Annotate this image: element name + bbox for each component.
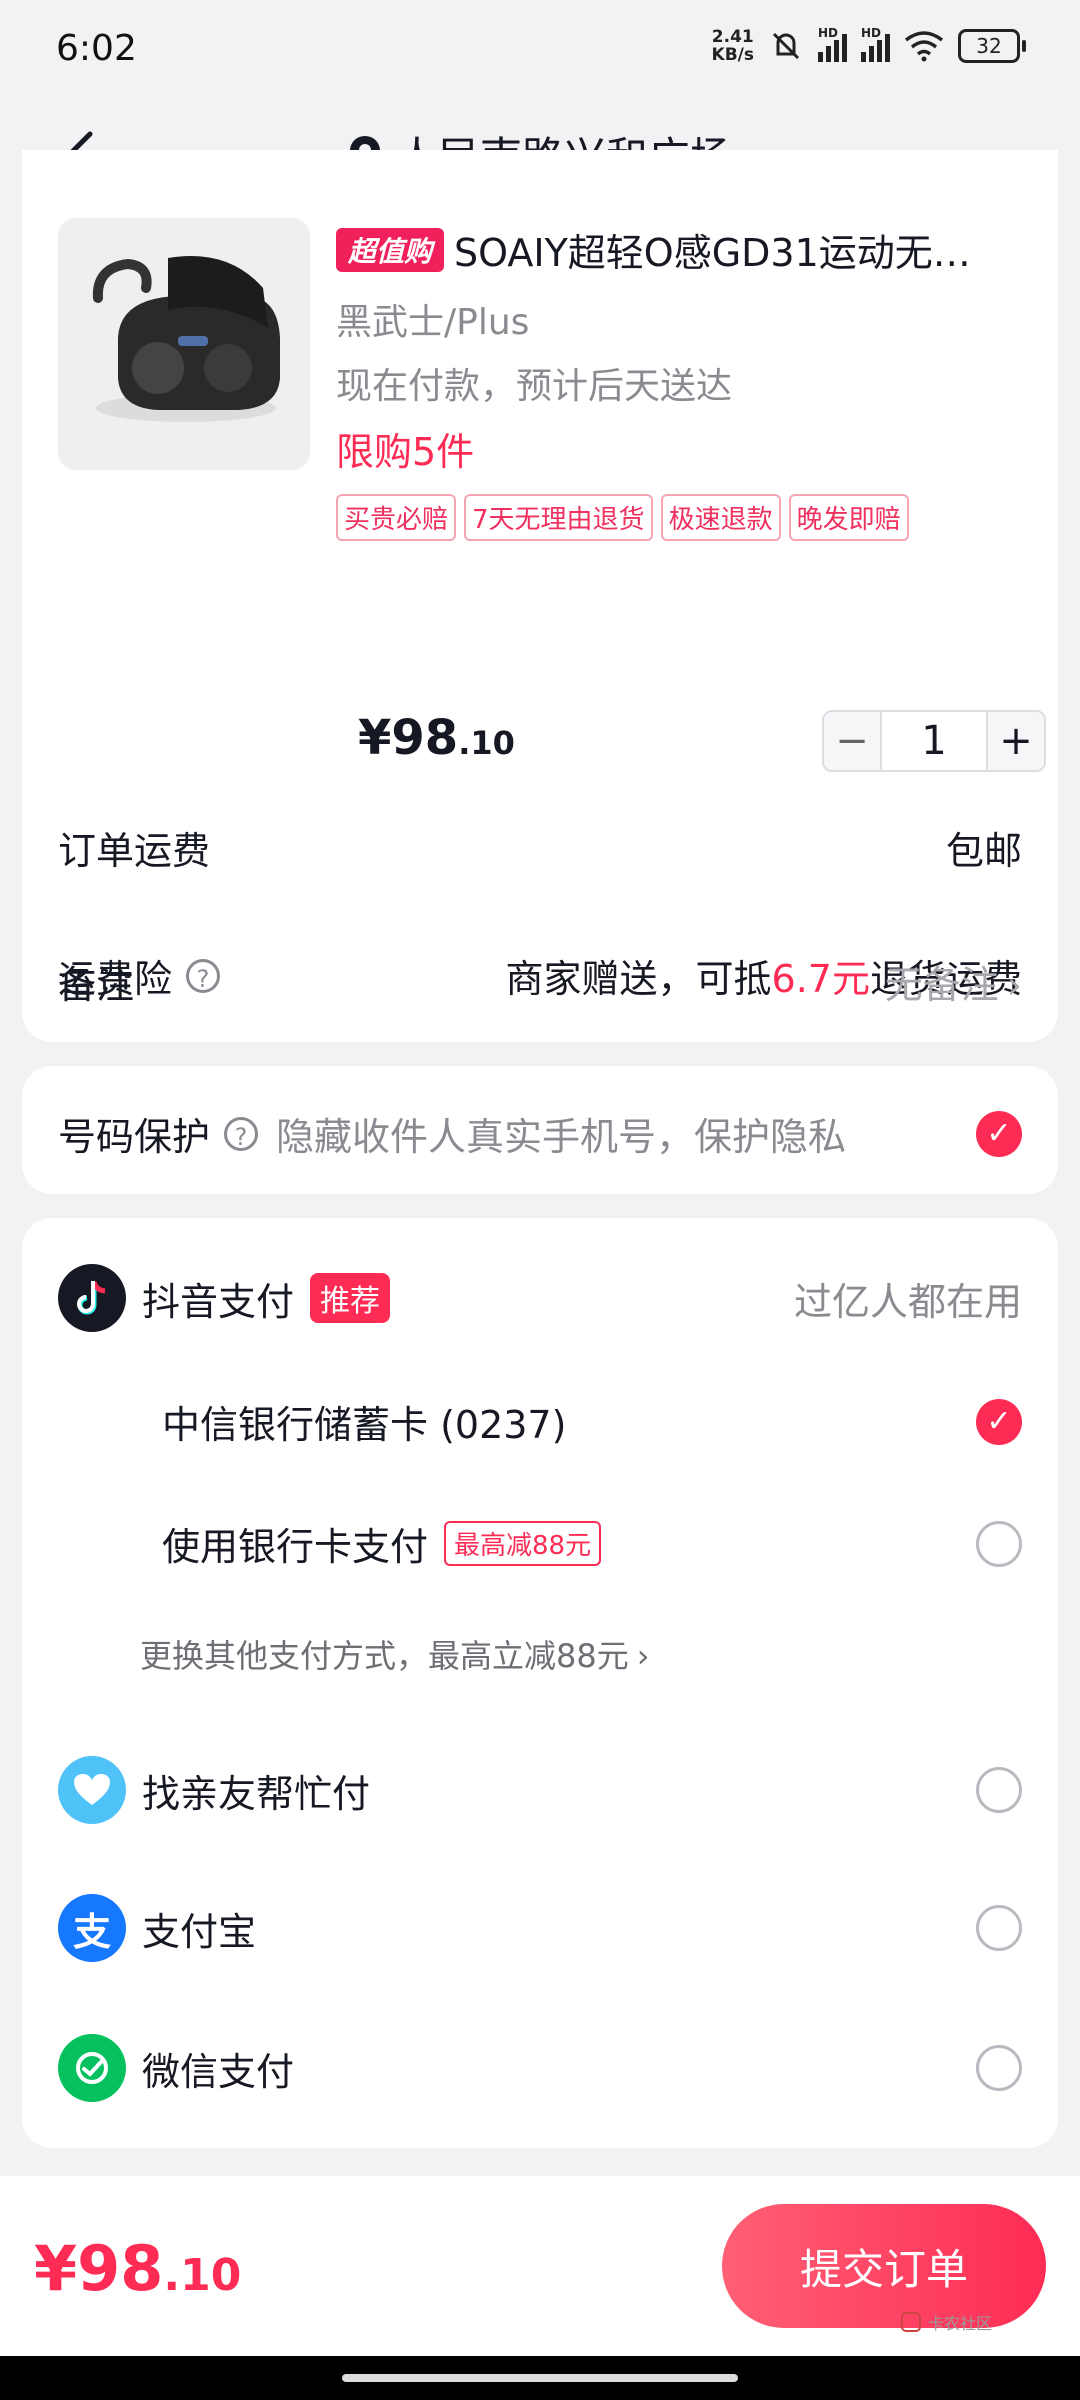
guarantee-tag: 晚发即赔 xyxy=(788,494,909,541)
privacy-label: 号码保护 xyxy=(58,1115,211,1159)
shipping-fee-label: 订单运费 xyxy=(58,829,211,873)
douyin-logo-icon xyxy=(58,1264,126,1332)
wifi-icon xyxy=(904,31,944,62)
guarantee-tag: 极速退款 xyxy=(660,494,781,541)
total-price: ¥98.10 xyxy=(34,2232,242,2305)
wechat-pay-row[interactable]: 微信支付 xyxy=(58,2034,1022,2102)
citic-card-row[interactable]: 中信银行储蓄卡 (0237) ✓ xyxy=(58,1394,1022,1449)
delivery-estimate: 现在付款，预计后天送达 xyxy=(336,366,733,407)
earbuds-case-icon xyxy=(92,256,280,422)
wechat-pay-label: 微信支付 xyxy=(142,2049,295,2094)
product-image[interactable] xyxy=(58,218,310,470)
status-bar: 6:02 2.41 KB/s HD HD 32 xyxy=(0,0,1080,100)
quantity-stepper: − 1 + xyxy=(822,710,1046,772)
alipay-label: 支付宝 xyxy=(142,1909,257,1954)
product-variant[interactable]: 黑武士/Plus xyxy=(336,293,1036,345)
privacy-description: 隐藏收件人真实手机号，保护隐私 xyxy=(276,1115,847,1159)
douyin-pay-label: 抖音支付 xyxy=(142,1279,295,1324)
privacy-card: 号码保护 ? 隐藏收件人真实手机号，保护隐私 ✓ xyxy=(22,1066,1058,1194)
signal-icon: HD xyxy=(818,26,847,62)
status-time: 6:02 xyxy=(56,28,137,69)
product-title-row[interactable]: 超值购 SOAIY超轻O感GD31运动无… xyxy=(336,222,1036,277)
chevron-right-icon: › xyxy=(1006,963,1022,1007)
quantity-value[interactable]: 1 xyxy=(880,712,988,770)
product-price: ¥98.10 xyxy=(358,710,515,766)
system-nav-area xyxy=(0,2356,1080,2400)
citic-card-radio[interactable]: ✓ xyxy=(976,1398,1022,1445)
purchase-limit: 限购5件 xyxy=(336,430,475,474)
alipay-row[interactable]: 支 支付宝 xyxy=(58,1894,1022,1962)
bank-card-radio[interactable] xyxy=(976,1520,1022,1567)
promo-tag: 超值购 xyxy=(336,227,445,272)
product-info: 超值购 SOAIY超轻O感GD31运动无… 黑武士/Plus 现在付款，预计后天… xyxy=(336,222,1036,541)
privacy-row: 号码保护 ? 隐藏收件人真实手机号，保护隐私 ✓ xyxy=(58,1106,1022,1161)
decrease-quantity-button[interactable]: − xyxy=(824,712,880,770)
signal-icon-2: HD xyxy=(861,26,890,62)
remark-value: 无备注 xyxy=(884,963,999,1007)
help-icon[interactable]: ? xyxy=(224,1116,259,1151)
wechat-pay-radio[interactable] xyxy=(976,2045,1022,2091)
douyin-pay-note: 过亿人都在用 xyxy=(793,1279,1022,1324)
friend-pay-radio[interactable] xyxy=(976,1767,1022,1813)
remark-label: 备注 xyxy=(58,963,135,1007)
guarantee-tag: 买贵必赔 xyxy=(336,494,457,541)
product-title: SOAIY超轻O感GD31运动无… xyxy=(454,231,971,275)
battery-icon: 32 xyxy=(958,29,1026,63)
alipay-radio[interactable] xyxy=(976,1905,1022,1951)
shipping-fee-value: 包邮 xyxy=(945,829,1022,873)
bank-card-row[interactable]: 使用银行卡支付 最高减88元 xyxy=(58,1516,1022,1571)
friend-pay-label: 找亲友帮忙付 xyxy=(142,1771,371,1816)
bottom-bar: ¥98.10 提交订单 卡农社区 xyxy=(0,2176,1080,2356)
bank-card-label: 使用银行卡支付 xyxy=(162,1525,429,1569)
change-payment-link[interactable]: 更换其他支付方式，最高立减88元 › xyxy=(140,1631,650,1677)
guarantee-tags: 买贵必赔 7天无理由退货 极速退款 晚发即赔 xyxy=(336,494,1036,541)
privacy-checkbox[interactable]: ✓ xyxy=(976,1110,1022,1157)
status-icons: 2.41 KB/s HD HD 32 xyxy=(711,26,1026,65)
discount-tag: 最高减88元 xyxy=(444,1521,602,1566)
net-speed: 2.41 KB/s xyxy=(711,27,754,65)
home-indicator[interactable] xyxy=(342,2374,738,2382)
friend-pay-row[interactable]: 找亲友帮忙付 xyxy=(58,1756,1022,1824)
citic-card-label: 中信银行储蓄卡 (0237) xyxy=(162,1403,567,1447)
watermark-logo-icon xyxy=(901,2312,921,2332)
payment-card: 抖音支付 推荐 过亿人都在用 中信银行储蓄卡 (0237) ✓ 使用银行卡支付 … xyxy=(22,1218,1058,2148)
increase-quantity-button[interactable]: + xyxy=(988,712,1044,770)
product-card: 超值购 SOAIY超轻O感GD31运动无… 黑武士/Plus 现在付款，预计后天… xyxy=(22,150,1058,1042)
remark-row[interactable]: 备注 无备注 › xyxy=(58,954,1022,1009)
watermark: 卡农社区 xyxy=(900,2310,992,2334)
mute-icon xyxy=(772,32,800,60)
guarantee-tag: 7天无理由退货 xyxy=(464,494,653,541)
chevron-right-icon: › xyxy=(636,1637,650,1675)
shipping-fee-row: 订单运费 包邮 xyxy=(58,820,1022,875)
douyin-pay-row[interactable]: 抖音支付 推荐 过亿人都在用 xyxy=(58,1264,1022,1332)
submit-order-button[interactable]: 提交订单 xyxy=(722,2204,1046,2328)
recommended-badge: 推荐 xyxy=(310,1273,391,1323)
heart-icon xyxy=(58,1756,126,1824)
wechat-pay-logo-icon xyxy=(58,2034,126,2102)
alipay-logo-icon: 支 xyxy=(58,1894,126,1962)
